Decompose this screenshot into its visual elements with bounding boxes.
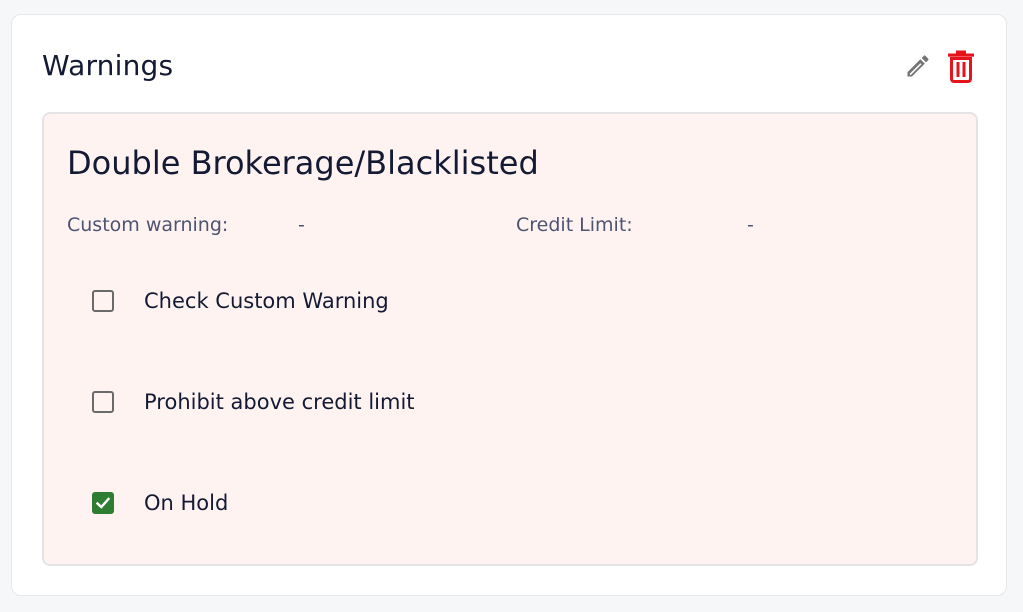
card-actions (904, 49, 976, 83)
warnings-card: Warnings Double Brokerage/Blacklisted Cu… (11, 14, 1007, 596)
credit-limit-label: Credit Limit: (516, 214, 633, 236)
warning-entry: Double Brokerage/Blacklisted Custom warn… (42, 112, 978, 566)
option-label: Check Custom Warning (144, 289, 389, 313)
option-label: Prohibit above credit limit (144, 390, 415, 414)
delete-button[interactable] (946, 49, 976, 83)
custom-warning-value: - (298, 214, 305, 236)
edit-button[interactable] (904, 52, 932, 80)
checkbox-unchecked[interactable] (92, 391, 114, 413)
custom-warning-label: Custom warning: (67, 214, 229, 236)
option-prohibit-above-credit-limit[interactable]: Prohibit above credit limit (92, 390, 415, 414)
credit-limit-value: - (747, 214, 754, 236)
option-on-hold[interactable]: On Hold (92, 491, 228, 515)
trash-icon (948, 50, 974, 83)
checkbox-checked[interactable] (92, 492, 114, 514)
checkbox-unchecked[interactable] (92, 290, 114, 312)
option-check-custom-warning[interactable]: Check Custom Warning (92, 289, 389, 313)
checkmark-icon (95, 497, 111, 509)
warning-name: Double Brokerage/Blacklisted (67, 144, 539, 182)
option-label: On Hold (144, 491, 229, 515)
card-title: Warnings (42, 49, 174, 82)
pencil-icon (907, 55, 929, 77)
